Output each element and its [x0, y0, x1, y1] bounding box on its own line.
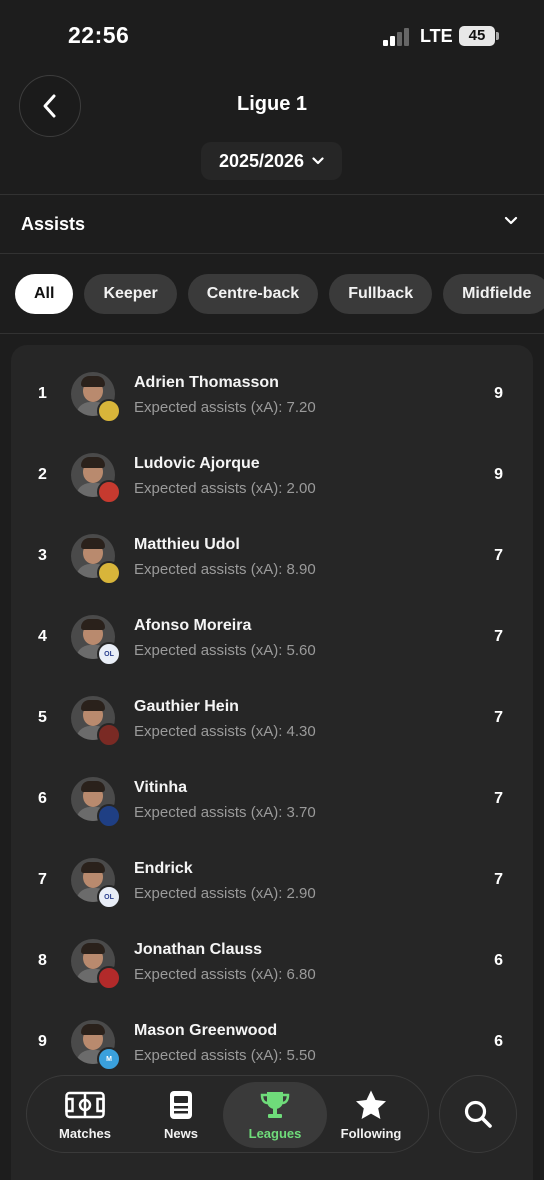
player-name: Jonathan Clauss	[134, 941, 263, 958]
player-row[interactable]: 3 Matthieu Udol Expected assists (xA): 8…	[11, 511, 533, 592]
stat-type-select[interactable]: Assists	[0, 195, 544, 253]
rank: 4	[38, 628, 47, 645]
expected-assists: Expected assists (xA): 5.60	[134, 642, 316, 659]
filter-chip-all[interactable]: All	[15, 274, 74, 314]
position-filter-chips: All Keeper Centre-back Fullback Midfield…	[15, 274, 544, 314]
rank: 3	[38, 547, 47, 564]
expected-assists: Expected assists (xA): 2.00	[134, 480, 316, 497]
nav-label: Matches	[58, 1126, 112, 1141]
player-row[interactable]: 9 M Mason Greenwood Expected assists (xA…	[11, 997, 533, 1078]
expected-assists: Expected assists (xA): 6.80	[134, 966, 316, 983]
filter-chip-centre-back[interactable]: Centre-back	[187, 274, 319, 314]
rank: 6	[38, 790, 47, 807]
news-icon	[170, 1091, 192, 1119]
stat-type-label: Assists	[21, 214, 86, 234]
nav-label: Following	[340, 1126, 402, 1141]
search-button[interactable]	[439, 1075, 517, 1153]
chevron-down-icon	[312, 157, 324, 165]
chevron-down-icon	[504, 216, 518, 225]
matches-icon	[65, 1091, 105, 1119]
assists-value: 7	[494, 871, 503, 888]
star-icon	[356, 1090, 386, 1119]
rank: 2	[38, 466, 47, 483]
nav-leagues[interactable]: Leagues	[223, 1076, 327, 1154]
trophy-icon	[260, 1092, 290, 1118]
divider	[0, 333, 544, 334]
divider	[0, 253, 544, 254]
assists-value: 7	[494, 628, 503, 645]
player-stats-list: 1 Adrien Thomasson Expected assists (xA)…	[11, 345, 533, 1180]
expected-assists: Expected assists (xA): 3.70	[134, 804, 316, 821]
filter-chip-midfielder[interactable]: Midfielde	[443, 274, 544, 314]
assists-value: 7	[494, 547, 503, 564]
player-row[interactable]: 4 OL Afonso Moreira Expected assists (xA…	[11, 592, 533, 673]
player-row[interactable]: 1 Adrien Thomasson Expected assists (xA)…	[11, 349, 533, 430]
assists-value: 6	[494, 1033, 503, 1050]
assists-value: 7	[494, 709, 503, 726]
expected-assists: Expected assists (xA): 8.90	[134, 561, 316, 578]
nav-following[interactable]: Following	[321, 1076, 421, 1154]
club-crest-icon	[97, 399, 121, 423]
status-bar: 22:56 LTE 45	[0, 0, 544, 72]
player-name: Endrick	[134, 860, 193, 877]
battery-icon: 45	[459, 26, 499, 46]
rank: 5	[38, 709, 47, 726]
player-name: Mason Greenwood	[134, 1022, 278, 1039]
assists-value: 6	[494, 952, 503, 969]
status-time: 22:56	[68, 22, 130, 48]
filter-chip-keeper[interactable]: Keeper	[84, 274, 177, 314]
player-row[interactable]: 6 Vitinha Expected assists (xA): 3.70 7	[11, 754, 533, 835]
expected-assists: Expected assists (xA): 5.50	[134, 1047, 316, 1064]
player-row[interactable]: 5 Gauthier Hein Expected assists (xA): 4…	[11, 673, 533, 754]
club-crest-icon	[97, 561, 121, 585]
rank: 8	[38, 952, 47, 969]
expected-assists: Expected assists (xA): 2.90	[134, 885, 316, 902]
nav-matches[interactable]: Matches	[35, 1076, 135, 1154]
club-crest-icon	[97, 723, 121, 747]
rank: 7	[38, 871, 47, 888]
search-icon	[464, 1100, 492, 1128]
network-type: LTE	[420, 26, 453, 46]
club-crest-icon: OL	[97, 885, 121, 909]
player-row[interactable]: 8 Jonathan Clauss Expected assists (xA):…	[11, 916, 533, 997]
club-crest-icon	[97, 966, 121, 990]
player-name: Gauthier Hein	[134, 698, 239, 715]
player-name: Ludovic Ajorque	[134, 455, 260, 472]
player-name: Vitinha	[134, 779, 188, 796]
player-row[interactable]: 2 Ludovic Ajorque Expected assists (xA):…	[11, 430, 533, 511]
assists-value: 9	[494, 385, 503, 402]
expected-assists: Expected assists (xA): 7.20	[134, 399, 316, 416]
club-crest-icon: OL	[97, 642, 121, 666]
filter-chip-fullback[interactable]: Fullback	[329, 274, 433, 314]
nav-label: Leagues	[248, 1126, 302, 1141]
assists-value: 7	[494, 790, 503, 807]
page-title: Ligue 1	[236, 93, 307, 115]
season-label: 2025/2026	[218, 150, 305, 171]
rank: 1	[38, 385, 47, 402]
player-name: Matthieu Udol	[134, 536, 240, 553]
club-crest-icon	[97, 804, 121, 828]
player-name: Afonso Moreira	[134, 617, 252, 634]
nav-news[interactable]: News	[131, 1076, 231, 1154]
club-crest-icon: M	[97, 1047, 121, 1071]
signal-icon	[383, 28, 411, 46]
assists-value: 9	[494, 466, 503, 483]
nav-label: News	[164, 1126, 198, 1141]
season-select[interactable]: 2025/2026	[201, 142, 342, 180]
club-crest-icon	[97, 480, 121, 504]
player-row[interactable]: 7 OL Endrick Expected assists (xA): 2.90…	[11, 835, 533, 916]
expected-assists: Expected assists (xA): 4.30	[134, 723, 316, 740]
bottom-nav: Matches News Leagues Following	[26, 1075, 429, 1153]
player-name: Adrien Thomasson	[134, 374, 279, 391]
rank: 9	[38, 1033, 47, 1050]
